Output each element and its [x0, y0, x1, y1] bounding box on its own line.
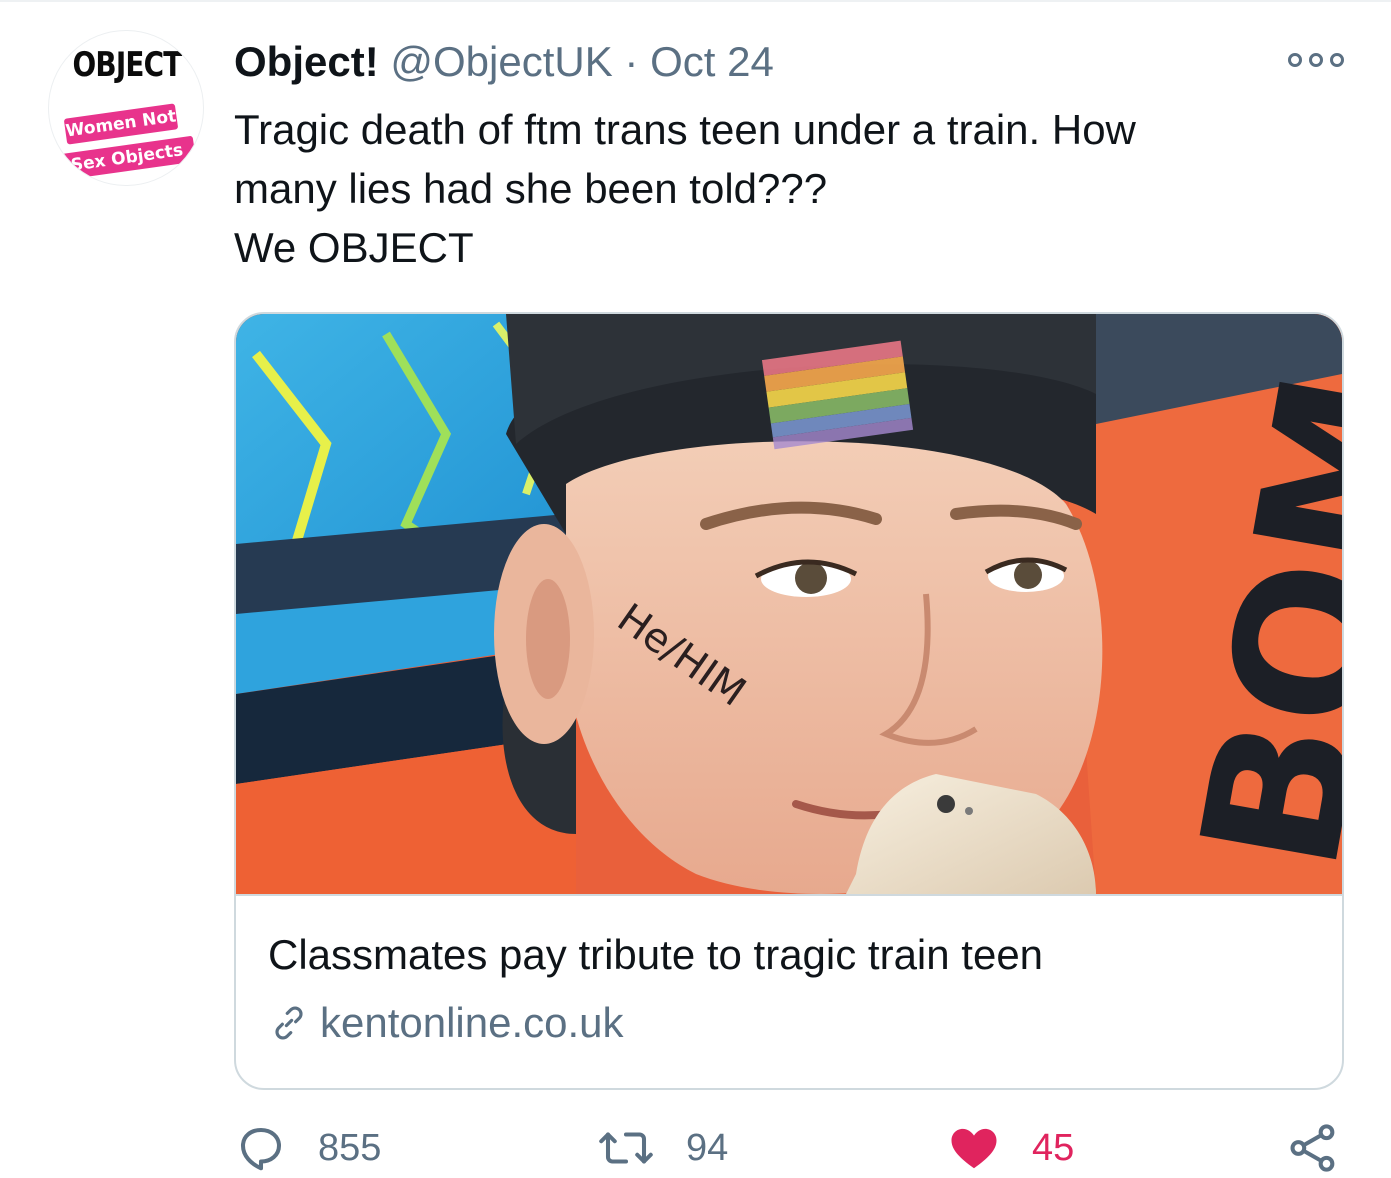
retweet-button[interactable]: 94 — [596, 1118, 728, 1178]
separator-dot: · — [624, 38, 639, 85]
link-icon — [275, 1006, 303, 1040]
card-image[interactable]: BOM He/HIM — [236, 314, 1342, 894]
top-divider — [0, 0, 1391, 2]
more-dot — [1288, 53, 1302, 67]
retweet-icon — [599, 1132, 653, 1164]
tweet-text: Tragic death of ftm trans teen under a t… — [234, 100, 1344, 277]
more-dot — [1330, 53, 1344, 67]
reply-icon — [240, 1127, 282, 1171]
share-icon — [1290, 1124, 1335, 1172]
author-handle[interactable]: @ObjectUK — [390, 38, 612, 85]
share-button[interactable] — [1286, 1118, 1370, 1178]
card-domain-text: kentonline.co.uk — [320, 999, 624, 1046]
card-divider — [236, 894, 1342, 896]
reply-button[interactable]: 855 — [234, 1118, 381, 1178]
tweet[interactable]: OBJECT Women Not Sex Objects Object! @Ob… — [0, 0, 1391, 1178]
more-dot — [1309, 53, 1323, 67]
avatar-logo-text: OBJECT — [72, 45, 183, 85]
retweet-count: 94 — [686, 1126, 729, 1169]
tweet-text-line: Tragic death of ftm trans teen under a t… — [234, 106, 1136, 153]
tweet-date[interactable]: Oct 24 — [650, 38, 774, 85]
reply-count: 855 — [318, 1126, 382, 1169]
author-name[interactable]: Object! — [234, 38, 379, 85]
like-button[interactable]: 45 — [946, 1118, 1074, 1178]
like-count: 45 — [1032, 1126, 1075, 1169]
card-domain[interactable]: kentonline.co.uk — [268, 998, 624, 1048]
tweet-text-line: many lies had she been told??? — [234, 165, 828, 212]
tweet-text-line: We OBJECT — [234, 224, 474, 271]
tweet-header: Object! @ObjectUK · Oct 24 — [234, 36, 774, 88]
avatar[interactable]: OBJECT Women Not Sex Objects — [48, 30, 204, 186]
action-bar: 855 94 45 — [234, 1118, 1344, 1178]
like-icon — [951, 1128, 997, 1169]
more-icon[interactable] — [1288, 50, 1344, 70]
card-photo: BOM He/HIM — [236, 314, 1342, 894]
avatar-tagline-1: Women Not — [63, 103, 179, 145]
link-card[interactable]: BOM He/HIM Classmates pay tribute to tra… — [234, 312, 1344, 1090]
card-title[interactable]: Classmates pay tribute to tragic train t… — [268, 928, 1043, 982]
